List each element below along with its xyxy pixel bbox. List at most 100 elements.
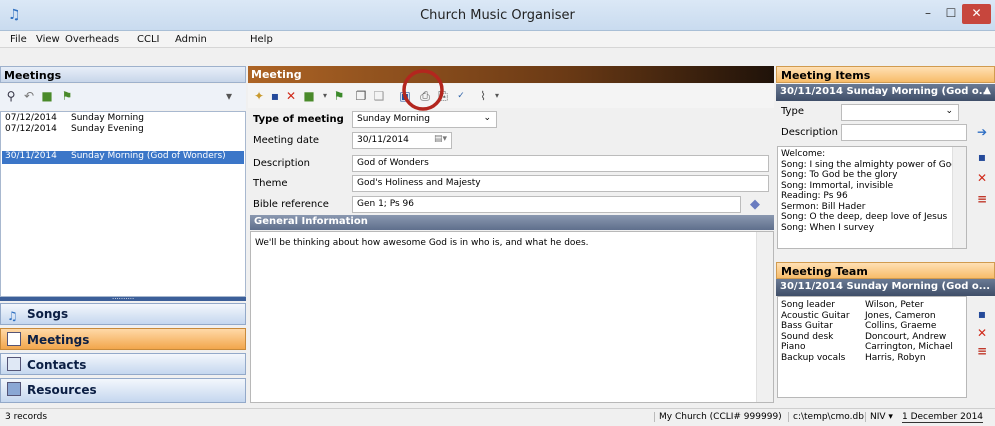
bible-reference-label: Bible reference xyxy=(253,199,329,210)
dropdown-arrow-icon[interactable]: ▾ xyxy=(318,89,332,103)
maximize-button[interactable]: ☐ xyxy=(940,4,962,24)
bible-lookup-icon[interactable]: ◆ xyxy=(750,197,764,212)
spellcheck-icon[interactable]: ✓ xyxy=(454,89,468,103)
settings-dropdown-icon[interactable]: ▾ xyxy=(222,89,236,103)
type-of-meeting-select[interactable]: Sunday Morning ⌄ xyxy=(352,111,497,128)
menu-ccli[interactable]: CCLI xyxy=(137,34,160,45)
table-row[interactable]: Acoustic Guitar Jones, Cameron xyxy=(781,311,963,322)
contact-card-icon xyxy=(7,357,21,371)
list-item-selected[interactable]: 30/11/2014 Sunday Morning (God of Wonders… xyxy=(2,151,244,164)
insert-item-icon[interactable]: ➔ xyxy=(975,125,989,139)
list-item[interactable]: Welcome: xyxy=(781,149,963,160)
nav-meetings[interactable]: Meetings xyxy=(0,328,246,350)
collapse-icon[interactable]: ▲ xyxy=(983,85,991,96)
table-row[interactable]: Song leader Wilson, Peter xyxy=(781,300,963,311)
highlight-circle xyxy=(402,69,444,111)
table-row[interactable]: Backup vocals Harris, Robyn xyxy=(781,353,963,364)
type-of-meeting-label: Type of meeting xyxy=(253,114,344,125)
paste-icon[interactable]: ❑ xyxy=(372,89,386,103)
minimize-button[interactable]: – xyxy=(916,4,940,24)
meeting-items-list[interactable]: Welcome: Song: I sing the almighty power… xyxy=(777,146,967,249)
undo-icon[interactable]: ↶ xyxy=(22,89,36,103)
new-icon[interactable]: ✦ xyxy=(252,89,266,103)
find-icon[interactable]: ⚲ xyxy=(4,89,18,103)
delete-team-icon[interactable]: ✕ xyxy=(975,326,989,340)
chevron-down-icon: ⌄ xyxy=(945,106,953,116)
splitter-grip: .......... xyxy=(112,293,135,301)
meeting-items-subtitle: 30/11/2014 Sunday Morning (God o... ▲ xyxy=(776,84,995,101)
calendar-dropdown-icon[interactable]: ▤▾ xyxy=(434,134,447,144)
add-meeting-icon[interactable]: ■ xyxy=(40,89,54,103)
delete-icon[interactable]: ✕ xyxy=(284,89,298,103)
status-bar: 3 records My Church (CCLI# 999999) c:\te… xyxy=(0,408,995,426)
item-type-select[interactable]: ⌄ xyxy=(841,104,959,121)
description-input[interactable]: God of Wonders xyxy=(352,155,769,172)
list-item[interactable]: Song: O the deep, deep love of Jesus xyxy=(781,212,963,223)
window-title: Church Music Organiser xyxy=(420,8,575,23)
meeting-date-label: Meeting date xyxy=(253,135,320,146)
item-type-label: Type xyxy=(781,106,804,117)
clear-items-icon[interactable]: ≡ xyxy=(975,192,989,206)
save-team-icon[interactable]: ▪ xyxy=(975,307,989,321)
list-item[interactable]: 07/12/2014 Sunday Morning xyxy=(5,113,144,123)
meeting-toolbar: ✦ ▪ ✕ ■ ▾ ⚑ ❐ ❑ ▣ ⎙ ⎘ ✓ ⌇ ▾ xyxy=(248,84,774,108)
bible-version-selector[interactable]: NIV ▾ xyxy=(865,412,893,422)
table-row[interactable]: Sound desk Doncourt, Andrew xyxy=(781,332,963,343)
meetings-list: 07/12/2014 Sunday Morning 07/12/2014 Sunda… xyxy=(0,111,246,297)
general-info-scrollbar[interactable] xyxy=(756,232,773,402)
menu-help[interactable]: Help xyxy=(250,34,273,45)
list-item[interactable]: Song: To God be the glory xyxy=(781,170,963,181)
resources-icon xyxy=(7,382,21,396)
table-row[interactable]: Piano Carrington, Michael xyxy=(781,342,963,353)
item-description-label: Description xyxy=(781,127,838,138)
list-item[interactable]: 07/12/2014 Sunday Evening xyxy=(5,124,144,134)
nav-songs[interactable]: ♫ Songs xyxy=(0,303,246,325)
meetings-toolbar: ⚲ ↶ ■ ⚑ ▾ xyxy=(0,84,246,110)
filter-icon[interactable]: ⚑ xyxy=(332,89,346,103)
delete-item-icon[interactable]: ✕ xyxy=(975,171,989,185)
menu-admin[interactable]: Admin xyxy=(175,34,207,45)
attachment-icon[interactable]: ⌇ xyxy=(476,89,490,103)
theme-label: Theme xyxy=(253,178,288,189)
close-button[interactable]: ✕ xyxy=(962,4,991,24)
list-item[interactable]: Song: When I survey xyxy=(781,223,963,234)
copy-icon[interactable]: ❐ xyxy=(354,89,368,103)
general-information-text[interactable]: We'll be thinking about how awesome God … xyxy=(250,231,774,403)
chevron-down-icon: ▾ xyxy=(888,412,893,422)
nav-resources[interactable]: Resources xyxy=(0,378,246,403)
menu-overheads[interactable]: Overheads xyxy=(65,34,119,45)
theme-input[interactable]: God's Holiness and Majesty xyxy=(352,175,769,192)
clear-team-icon[interactable]: ≡ xyxy=(975,344,989,358)
list-item[interactable]: Song: Immortal, invisible xyxy=(781,181,963,192)
music-note-icon: ♫ xyxy=(7,309,18,323)
menu-file[interactable]: File xyxy=(10,34,27,45)
description-label: Description xyxy=(253,158,310,169)
list-item[interactable]: Song: I sing the almighty power of God xyxy=(781,160,963,171)
meeting-items-header: Meeting Items xyxy=(776,66,995,83)
meeting-team-list[interactable]: Song leader Wilson, Peter Acoustic Guitar… xyxy=(777,296,967,398)
save-item-icon[interactable]: ▪ xyxy=(975,150,989,164)
database-path: c:\temp\cmo.db xyxy=(788,412,864,422)
meeting-items-scrollbar[interactable] xyxy=(952,147,966,248)
filter-icon[interactable]: ⚑ xyxy=(60,89,74,103)
record-count: 3 records xyxy=(5,412,48,422)
meeting-date-field[interactable]: 30/11/2014 ▤▾ xyxy=(352,132,452,149)
meeting-team-header: Meeting Team xyxy=(776,262,995,279)
general-information-header: General Information xyxy=(250,215,774,230)
nav-contacts[interactable]: Contacts xyxy=(0,353,246,375)
bible-reference-input[interactable]: Gen 1; Ps 96 xyxy=(352,196,741,213)
meeting-panel-header: Meeting xyxy=(248,66,774,83)
attachment-dropdown-icon[interactable]: ▾ xyxy=(490,89,504,103)
current-date[interactable]: 1 December 2014 xyxy=(902,412,984,423)
meetings-panel-header: Meetings xyxy=(0,66,246,83)
list-item[interactable]: Sermon: Bill Hader xyxy=(781,202,963,213)
item-description-input[interactable] xyxy=(841,124,967,141)
table-row[interactable]: Bass Guitar Collins, Graeme xyxy=(781,321,963,332)
meeting-team-subtitle: 30/11/2014 Sunday Morning (God o... xyxy=(776,279,995,296)
save-icon[interactable]: ▪ xyxy=(268,89,282,103)
add-item-icon[interactable]: ■ xyxy=(302,89,316,103)
church-info: My Church (CCLI# 999999) xyxy=(654,412,782,422)
list-item[interactable]: Reading: Ps 96 xyxy=(781,191,963,202)
menu-view[interactable]: View xyxy=(36,34,60,45)
chevron-down-icon: ⌄ xyxy=(483,113,491,123)
